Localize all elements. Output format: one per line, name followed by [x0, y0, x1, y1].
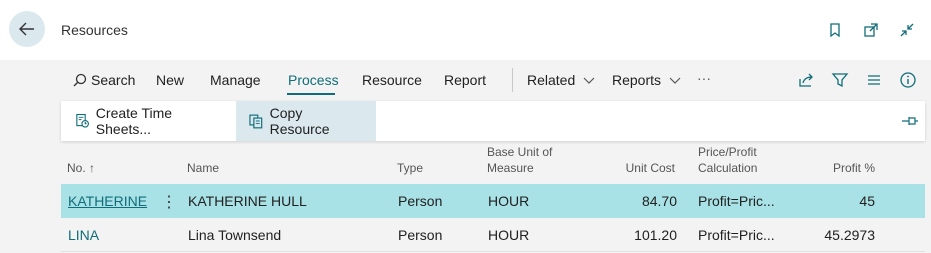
unit-cost: 101.20 [634, 227, 677, 243]
resource-no-link[interactable]: KATHERINE [68, 193, 147, 209]
column-header-base-unit[interactable]: Base Unit of Measure [487, 145, 552, 176]
base-unit: HOUR [488, 193, 530, 209]
chevron-down-icon [669, 77, 681, 84]
resource-no-link[interactable]: LINA [68, 227, 99, 243]
search-icon [73, 73, 87, 87]
info-icon[interactable] [897, 69, 919, 91]
chevron-down-icon [583, 77, 595, 84]
time-sheet-icon [76, 113, 89, 128]
filter-icon[interactable] [829, 69, 851, 91]
profit-pct: 45.2973 [824, 227, 875, 243]
resource-tab[interactable]: Resource [362, 72, 422, 88]
row-divider [61, 251, 925, 252]
title-bar: Resources [0, 0, 931, 60]
page-title: Resources [61, 22, 128, 38]
table-row[interactable]: LINA Lina Townsend Person HOUR 101.20 Pr… [61, 218, 925, 252]
column-header-unit-cost[interactable]: Unit Cost [601, 161, 675, 176]
column-header-no[interactable]: No. ↑ [67, 161, 95, 176]
related-menu[interactable]: Related [527, 72, 595, 88]
row-actions-menu[interactable]: ⋮ [161, 192, 177, 212]
manage-tab[interactable]: Manage [210, 72, 261, 88]
resource-name: Lina Townsend [188, 227, 282, 243]
resource-type: Person [398, 227, 443, 243]
table-row[interactable]: KATHERINE ⋮ KATHERINE HULL Person HOUR 8… [61, 184, 925, 218]
active-tab-indicator [287, 93, 335, 95]
price-profit-calculation: Profit=Pric... [698, 193, 775, 209]
column-header-type[interactable]: Type [397, 161, 423, 176]
report-tab[interactable]: Report [444, 72, 486, 88]
base-unit: HOUR [488, 227, 530, 243]
new-button[interactable]: New [156, 72, 184, 88]
arrow-left-icon [19, 22, 34, 36]
column-header-name[interactable]: Name [187, 161, 219, 176]
copy-icon [249, 114, 263, 129]
bookmark-icon[interactable] [825, 20, 845, 40]
reports-menu[interactable]: Reports [612, 72, 681, 88]
list-view-icon[interactable] [863, 69, 885, 91]
divider [512, 68, 513, 92]
resource-type: Person [398, 193, 443, 209]
search-button[interactable]: Search [73, 72, 135, 88]
pin-icon[interactable] [901, 113, 919, 132]
profit-pct: 45 [859, 193, 875, 209]
process-actions-bar: Create Time Sheets... Copy Resource [61, 101, 925, 141]
resource-name: KATHERINE HULL [188, 193, 307, 209]
more-actions-button[interactable]: ··· [697, 70, 711, 86]
price-profit-calculation: Profit=Pric... [698, 227, 775, 243]
column-header-profit-pct[interactable]: Profit % [801, 161, 875, 176]
column-header-price-profit-calculation[interactable]: Price/Profit Calculation [698, 145, 757, 176]
copy-resource-button[interactable]: Copy Resource [236, 101, 376, 141]
unit-cost: 84.70 [641, 193, 677, 209]
share-icon[interactable] [795, 69, 817, 91]
process-tab[interactable]: Process [288, 72, 339, 88]
back-button[interactable] [9, 11, 45, 47]
collapse-icon[interactable] [897, 20, 917, 40]
open-in-new-window-icon[interactable] [861, 20, 881, 40]
create-time-sheets-button[interactable]: Create Time Sheets... [63, 101, 233, 141]
